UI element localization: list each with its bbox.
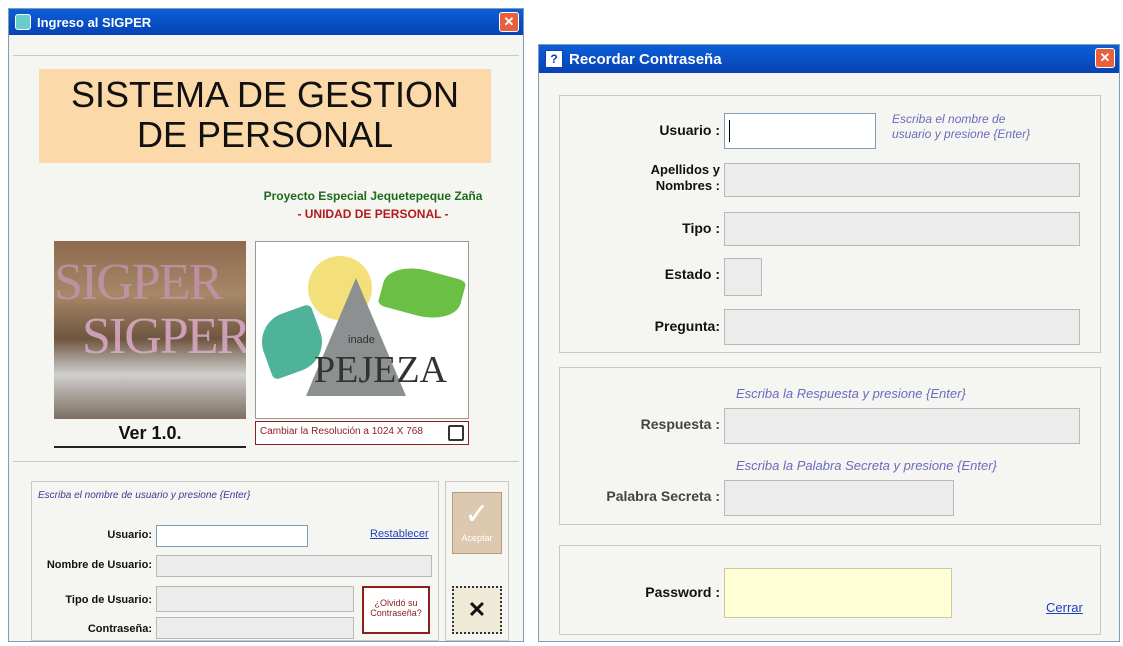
pejeza-label: PEJEZA: [314, 349, 447, 391]
nombre-usuario-label: Nombre de Usuario:: [46, 559, 152, 571]
login-window: Ingreso al SIGPER ✕ SISTEMA DE GESTION D…: [8, 8, 524, 642]
password-group: Password : Cerrar: [559, 545, 1101, 635]
tipo-usuario-field: [156, 586, 354, 612]
contrasena-field[interactable]: [156, 617, 354, 639]
password-field: [724, 568, 952, 618]
version-label: Ver 1.0.: [118, 423, 182, 443]
usuario-hint-2: usuario y presione {Enter}: [892, 127, 1031, 141]
security-answer-group: Escriba la Respuesta y presione {Enter} …: [559, 367, 1101, 525]
sigper-text-back: SIGPER: [54, 254, 223, 311]
restablecer-link[interactable]: Restablecer: [370, 528, 429, 540]
resolution-bar: Cambiar la Resolución a 1024 X 768: [255, 421, 469, 445]
top-divider: [13, 55, 519, 56]
close-icon[interactable]: ✕: [499, 12, 519, 32]
version-underline: [54, 446, 246, 448]
contrasena-label: Contraseña:: [87, 623, 152, 635]
pejeza-logo: inade PEJEZA: [255, 241, 469, 419]
respuesta-label: Respuesta :: [640, 416, 720, 432]
usuario-input[interactable]: [156, 525, 308, 547]
aceptar-button[interactable]: ✓ Aceptar: [452, 492, 502, 554]
palabra-secreta-field[interactable]: [724, 480, 954, 516]
system-banner: SISTEMA DE GESTION DE PERSONAL: [39, 69, 491, 163]
apellidos-field: [724, 163, 1080, 197]
estado-label: Estado :: [664, 266, 720, 282]
button-group: ✓ Aceptar ✕: [445, 481, 509, 641]
banner-line1: SISTEMA DE GESTION: [70, 74, 460, 115]
tipo-field: [724, 212, 1080, 246]
form-hint: Escriba el nombre de usuario y presione …: [38, 490, 251, 501]
monitor-icon[interactable]: [448, 425, 464, 441]
tipo-usuario-label: Tipo de Usuario:: [65, 594, 152, 606]
sigper-text-front: SIGPER: [82, 308, 246, 365]
palabra-secreta-label: Palabra Secreta :: [606, 488, 720, 504]
palabra-hint: Escriba la Palabra Secreta y presione {E…: [736, 458, 997, 473]
close-icon[interactable]: ✕: [1095, 48, 1115, 68]
cancel-icon: ✕: [467, 597, 487, 622]
usuario-label: Usuario:: [107, 529, 152, 541]
banner-line2: DE PERSONAL: [136, 114, 394, 155]
cancel-button[interactable]: ✕: [452, 586, 502, 634]
aceptar-label: Aceptar: [461, 533, 493, 543]
help-icon: ?: [545, 50, 563, 68]
sigper-logo-image: SIGPER SIGPER: [54, 241, 246, 419]
middle-divider: [13, 461, 519, 462]
app-icon: [15, 14, 31, 30]
pregunta-field: [724, 309, 1080, 345]
apellidos-label-1: Apellidos y: [650, 162, 720, 177]
usuario-input[interactable]: [724, 113, 876, 149]
checkmark-icon: ✓: [464, 498, 490, 531]
nombre-usuario-field: [156, 555, 432, 577]
resolution-hint: Cambiar la Resolución a 1024 X 768: [260, 426, 423, 437]
olvido-line2: Contraseña?: [370, 608, 422, 618]
tipo-label: Tipo :: [682, 220, 720, 236]
estado-field: [724, 258, 762, 296]
respuesta-hint: Escriba la Respuesta y presione {Enter}: [736, 386, 966, 401]
login-form-group: Escriba el nombre de usuario y presione …: [31, 481, 439, 641]
project-unit: - UNIDAD DE PERSONAL -: [297, 207, 449, 221]
apellidos-label-2: Nombres :: [655, 178, 720, 193]
cerrar-link[interactable]: Cerrar: [1046, 600, 1083, 615]
olvido-contrasena-button[interactable]: ¿Olvidó su Contraseña?: [362, 586, 430, 634]
login-titlebar: Ingreso al SIGPER ✕: [9, 9, 523, 35]
pregunta-label: Pregunta:: [654, 318, 720, 334]
text-cursor: [729, 120, 730, 142]
project-name: Proyecto Especial Jequetepeque Zaña: [263, 189, 483, 203]
olvido-line1: ¿Olvidó su: [374, 598, 418, 608]
recover-title: Recordar Contraseña: [569, 50, 722, 68]
recover-window: ? Recordar Contraseña ✕ Usuario : Escrib…: [538, 44, 1120, 642]
usuario-hint-1: Escriba el nombre de: [892, 112, 1006, 126]
user-info-group: Usuario : Escriba el nombre de usuario y…: [559, 95, 1101, 353]
recover-titlebar: ? Recordar Contraseña ✕: [539, 45, 1119, 73]
password-label: Password :: [645, 584, 720, 600]
usuario-label: Usuario :: [659, 122, 720, 138]
login-title: Ingreso al SIGPER: [37, 14, 152, 30]
respuesta-field[interactable]: [724, 408, 1080, 444]
inade-label: inade: [348, 334, 375, 346]
